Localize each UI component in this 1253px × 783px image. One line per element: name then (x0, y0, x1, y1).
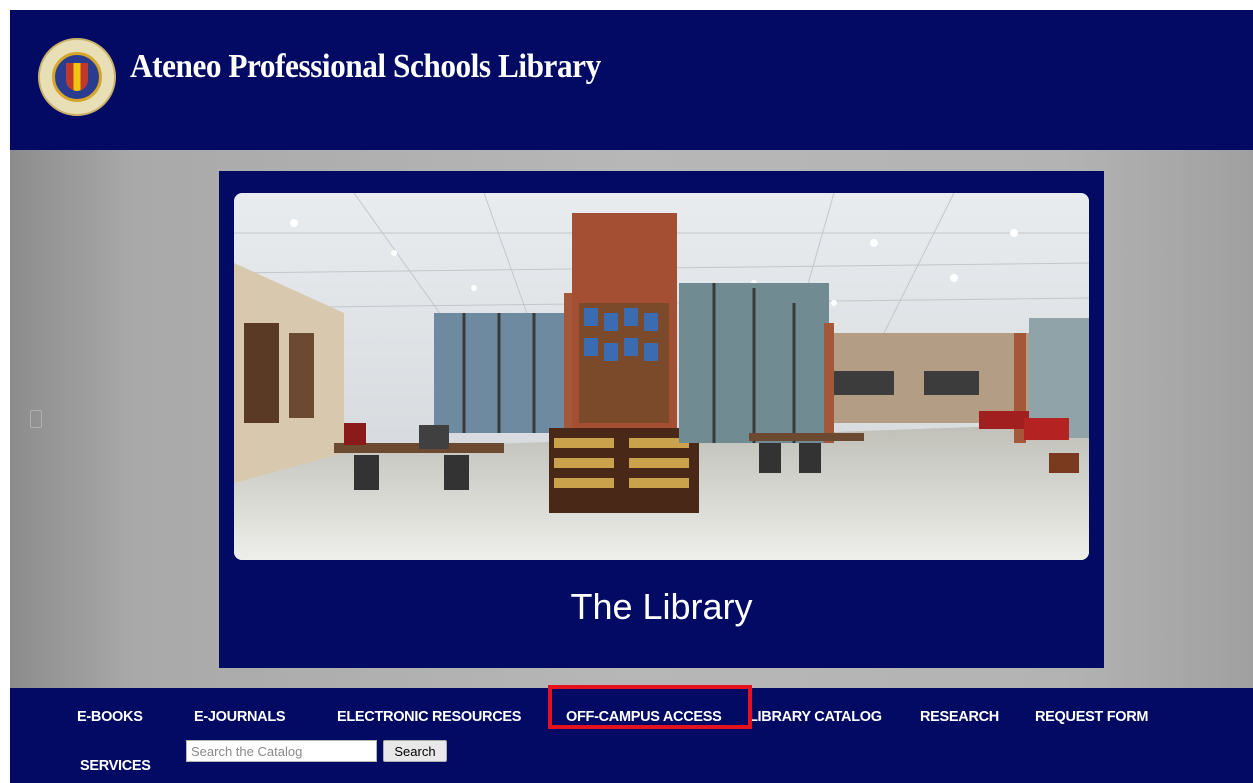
slide-caption: The Library (570, 586, 753, 627)
nav-item-e-books[interactable]: E-BOOKS (77, 709, 143, 725)
search-button[interactable]: Search (383, 740, 447, 762)
slider-prev-handle[interactable] (30, 410, 42, 428)
nav-item-services[interactable]: SERVICES (80, 758, 151, 774)
ateneo-seal-icon[interactable] (38, 38, 116, 116)
nav-item-electronic-resources[interactable]: ELECTRONIC RESOURCES (337, 709, 521, 725)
site-title[interactable]: Ateneo Professional Schools Library (130, 48, 601, 86)
library-photo (234, 193, 1089, 560)
catalog-search-input[interactable] (186, 740, 377, 762)
highlight-annotation-box (548, 685, 752, 729)
nav-item-research[interactable]: RESEARCH (920, 709, 999, 725)
main-navigation: E-BOOKS E-JOURNALS ELECTRONIC RESOURCES … (10, 685, 1253, 783)
nav-item-e-journals[interactable]: E-JOURNALS (194, 709, 286, 725)
nav-item-request-form[interactable]: REQUEST FORM (1035, 709, 1149, 725)
nav-item-library-catalog[interactable]: LIBRARY CATALOG (749, 709, 882, 725)
hero-slide: The Library (219, 171, 1104, 668)
site-header: Ateneo Professional Schools Library (10, 10, 1253, 150)
